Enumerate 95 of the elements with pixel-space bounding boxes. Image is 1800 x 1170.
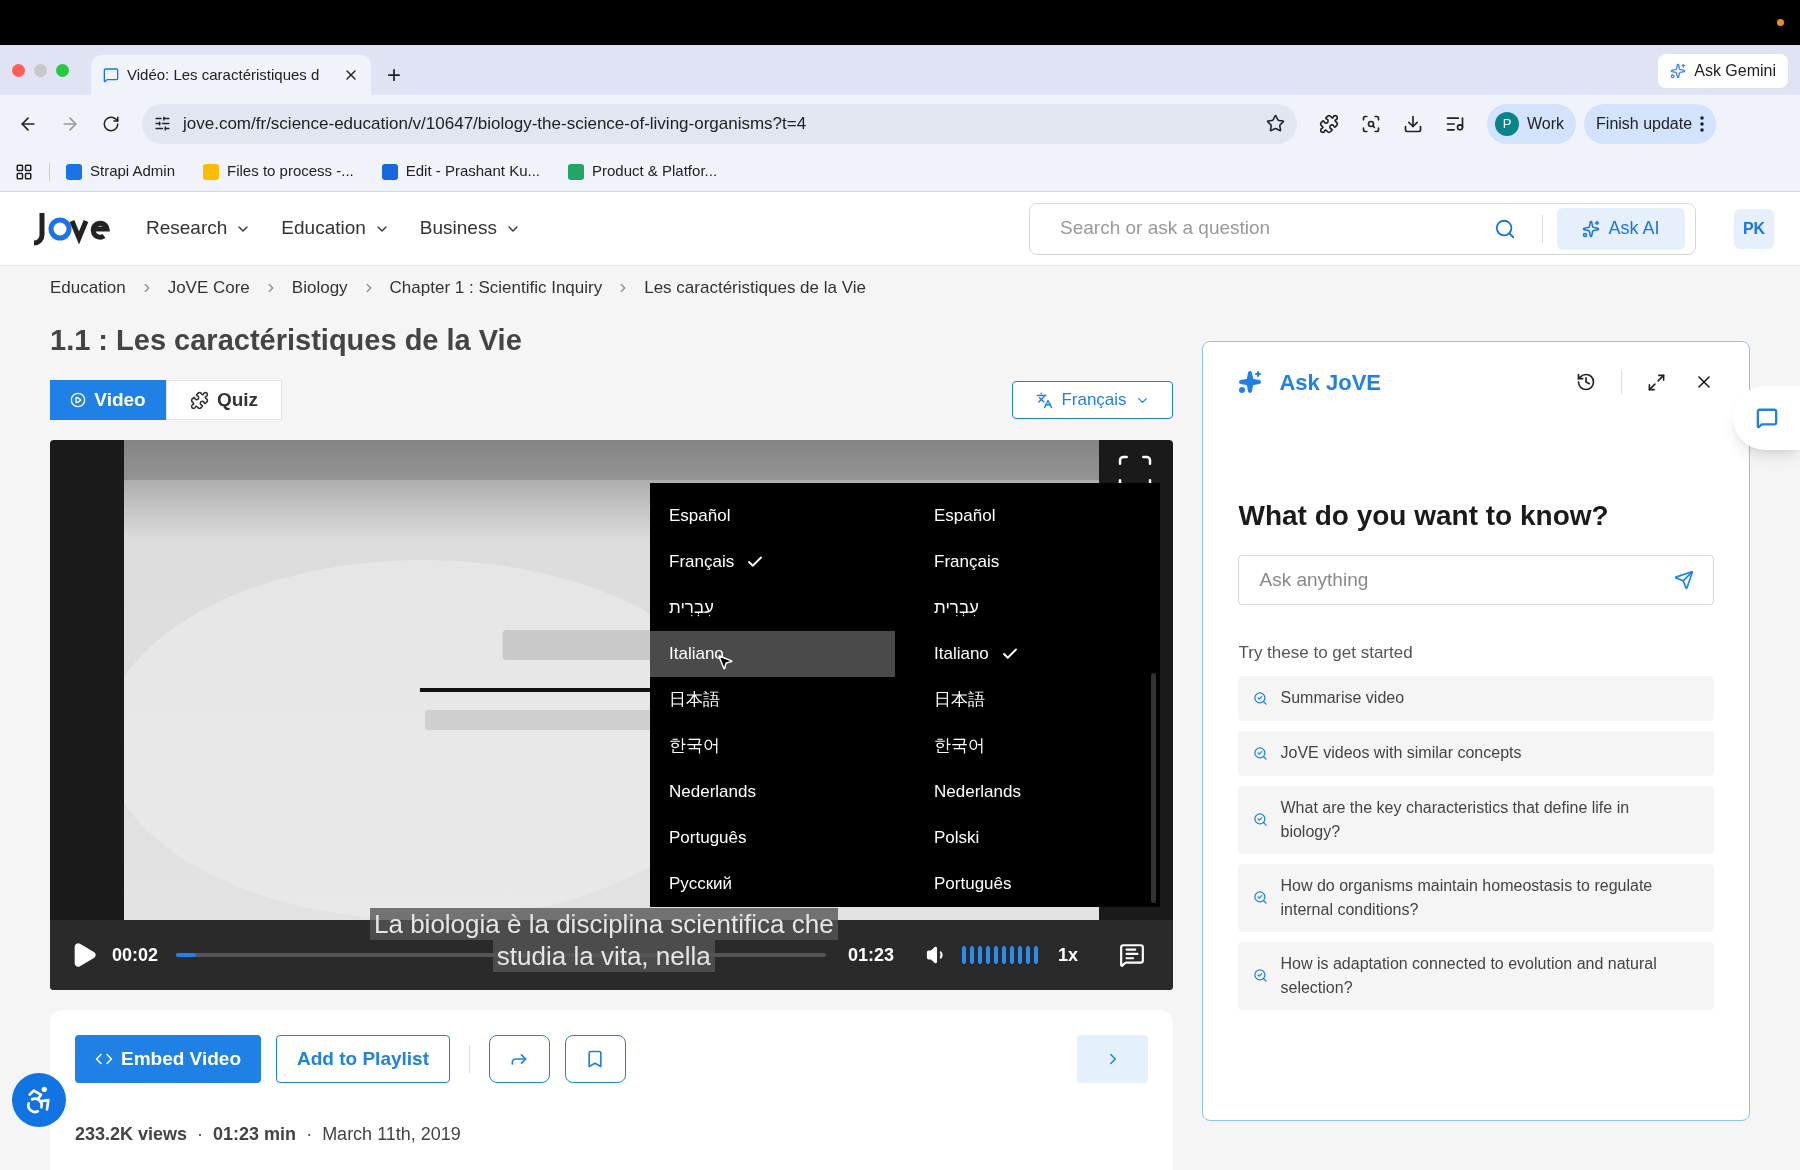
user-avatar[interactable]: PK: [1734, 208, 1774, 249]
language-option[interactable]: Français: [895, 539, 1160, 585]
nav-menu[interactable]: Education: [281, 214, 390, 243]
captions-icon[interactable]: [1119, 942, 1146, 968]
bookmark[interactable]: Strapi Admin: [66, 160, 176, 183]
play-circle-icon: [70, 392, 87, 408]
duration: 01:23: [848, 943, 895, 967]
language-option[interactable]: Nederlands: [895, 769, 1160, 815]
breadcrumb-link[interactable]: JoVE Core: [167, 275, 250, 301]
bookmark-button[interactable]: [565, 1035, 626, 1083]
send-icon[interactable]: [1674, 570, 1694, 590]
language-option[interactable]: Français: [650, 539, 895, 585]
language-option[interactable]: Italiano: [895, 631, 1160, 677]
chat-bubble-icon: [103, 67, 119, 83]
breadcrumb-link[interactable]: Education: [50, 275, 126, 301]
bookmark[interactable]: Edit - Prashant Ku...: [381, 160, 540, 183]
panel-heading: What do you want to know?: [1238, 499, 1610, 533]
share-button[interactable]: [489, 1035, 550, 1083]
volume-meter[interactable]: [962, 946, 1039, 964]
language-option[interactable]: 한국어: [895, 723, 1160, 769]
content-tab[interactable]: Quiz: [166, 380, 282, 420]
video-meta: March 11th, 2019: [322, 1123, 461, 1146]
download-icon[interactable]: [1403, 113, 1423, 134]
sparkle-icon: [1238, 370, 1263, 394]
chat-bubble-icon: [1755, 407, 1778, 429]
ask-ai-button[interactable]: Ask AI: [1557, 207, 1685, 250]
page-title: 1.1 : Les caractéristiques de la Vie: [50, 323, 522, 359]
search-icon[interactable]: [1494, 217, 1516, 240]
search-bar[interactable]: Search or ask a question Ask AI: [1029, 202, 1696, 255]
nav-menu[interactable]: Business: [419, 214, 521, 243]
sparkle-icon: [1670, 63, 1687, 79]
video-meta: 233.2K views: [75, 1123, 188, 1146]
search-icon: [1253, 890, 1269, 905]
browser-tab[interactable]: Vidéo: Les caractéristiques d: [91, 55, 371, 95]
new-tab-button[interactable]: +: [379, 55, 409, 95]
language-option[interactable]: 日本語: [650, 677, 895, 723]
bookmark[interactable]: Product & Platfor...: [568, 160, 718, 183]
breadcrumb-link[interactable]: Les caractéristiques de la Vie: [644, 275, 866, 301]
embed-video-button[interactable]: Embed Video: [75, 1035, 261, 1083]
current-time: 00:02: [112, 943, 159, 967]
language-option[interactable]: Español: [650, 493, 895, 539]
language-button[interactable]: Français: [1012, 381, 1174, 419]
star-icon[interactable]: [1266, 114, 1285, 133]
content-tab[interactable]: Video: [50, 380, 166, 420]
profile-avatar: P: [1495, 111, 1519, 136]
language-option[interactable]: Русский: [650, 861, 895, 907]
chat-button[interactable]: [1733, 386, 1800, 450]
language-option[interactable]: Español: [895, 493, 1160, 539]
search-field[interactable]: Search or ask a question: [1060, 214, 1482, 243]
tab-search-icon[interactable]: [1361, 113, 1381, 134]
apps-icon[interactable]: [15, 162, 33, 181]
site-settings-icon: [154, 115, 171, 132]
address-bar[interactable]: jove.com/fr/science-education/v/10647/biology-the-science-of-living-organisms?t=4: [142, 103, 1297, 144]
expand-icon[interactable]: [1647, 372, 1666, 392]
accessibility-button[interactable]: [12, 1073, 66, 1127]
language-option[interactable]: Italiano: [650, 631, 895, 677]
language-option[interactable]: Português: [650, 815, 895, 861]
puzzle-icon: [189, 390, 209, 410]
nav-menu[interactable]: Research: [146, 214, 252, 243]
ask-input[interactable]: Ask anything: [1238, 555, 1714, 605]
search-icon: [1253, 968, 1269, 983]
language-option[interactable]: 한국어: [650, 723, 895, 769]
language-option[interactable]: Nederlands: [650, 769, 895, 815]
bookmark[interactable]: Files to process -...: [203, 160, 354, 183]
language-option[interactable]: Polski: [895, 815, 1160, 861]
history-icon[interactable]: [1576, 372, 1596, 392]
finish-update-button[interactable]: Finish update: [1584, 103, 1717, 144]
search-icon: [1253, 812, 1269, 827]
more-icon: [1700, 115, 1705, 132]
search-icon: [1253, 745, 1269, 761]
language-option[interactable]: עִבְרִית: [895, 585, 1160, 631]
panel-title: Ask JoVE: [1279, 368, 1381, 397]
add-to-playlist-button[interactable]: Add to Playlist: [276, 1035, 450, 1083]
profile-button[interactable]: P Work: [1487, 103, 1577, 144]
video-meta: 01:23 min: [213, 1123, 297, 1146]
suggestion-chip[interactable]: What are the key characteristics that define life in biology?: [1238, 785, 1714, 854]
suggestion-chip[interactable]: How is adaptation connected to evolution and natural selection?: [1238, 941, 1714, 1010]
reload-icon[interactable]: [102, 114, 120, 133]
separator-dot: ·: [306, 1123, 313, 1146]
language-option[interactable]: 日本語: [895, 677, 1160, 723]
suggestions-hint: Try these to get started: [1238, 642, 1414, 664]
language-option[interactable]: Português: [895, 861, 1160, 907]
suggestion-chip[interactable]: JoVE videos with similar concepts: [1238, 730, 1714, 776]
language-option[interactable]: עִבְרִית: [650, 585, 895, 631]
suggestion-chip[interactable]: How do organisms maintain homeostasis to regulate internal conditions?: [1238, 863, 1714, 932]
search-icon: [1253, 690, 1269, 706]
extensions-icon[interactable]: [1319, 113, 1339, 134]
breadcrumb-link[interactable]: Biology: [291, 275, 348, 301]
translate-icon: [1036, 391, 1054, 409]
ask-gemini-button[interactable]: Ask Gemini: [1658, 54, 1788, 88]
speed-button[interactable]: 1x: [1058, 941, 1079, 969]
sparkle-icon: [1582, 219, 1601, 238]
suggestion-chip[interactable]: Summarise video: [1238, 675, 1714, 721]
separator-dot: ·: [197, 1123, 204, 1146]
breadcrumb-link[interactable]: Chapter 1 : Scientific Inquiry: [389, 275, 603, 301]
